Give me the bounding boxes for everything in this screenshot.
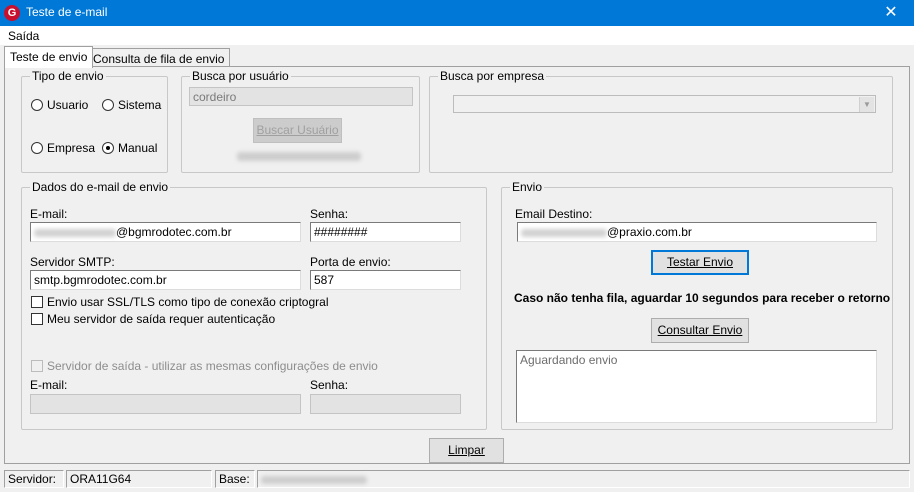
dados-email-title: Dados do e-mail de envio xyxy=(30,180,171,194)
menu-bar: Saída xyxy=(0,26,914,45)
consultar-envio-button[interactable]: Consultar Envio xyxy=(651,318,749,343)
consultar-envio-label: Consultar Envio xyxy=(657,323,743,337)
usuario-input[interactable]: cordeiro xyxy=(189,87,413,106)
porta-label: Porta de envio: xyxy=(310,255,391,269)
senha-field[interactable]: ######## xyxy=(310,222,461,242)
saida-senha-field[interactable] xyxy=(310,394,461,414)
busca-empresa-title: Busca por empresa xyxy=(438,69,547,83)
saida-label: Servidor de saída - utilizar as mesmas c… xyxy=(47,359,378,373)
smtp-label: Servidor SMTP: xyxy=(30,255,115,269)
envio-title: Envio xyxy=(510,180,545,194)
menu-item-saida[interactable]: Saída xyxy=(8,29,39,43)
base-label: Base: xyxy=(215,470,255,488)
servidor-label: Servidor: xyxy=(4,470,64,488)
empresa-combo[interactable]: ▼ xyxy=(453,95,876,113)
log-textarea[interactable]: Aguardando envio xyxy=(516,350,877,423)
radio-sistema-label: Sistema xyxy=(118,98,162,112)
base-value xyxy=(257,470,910,488)
tab-teste-envio[interactable]: Teste de envio xyxy=(4,46,94,68)
saida-email-label: E-mail: xyxy=(30,378,68,392)
status-bar: Servidor: ORA11G64 Base: xyxy=(0,468,914,492)
destino-domain: @praxio.com.br xyxy=(607,225,692,239)
ssl-label: Envio usar SSL/TLS como tipo de conexão … xyxy=(47,295,329,309)
busca-usuario-title: Busca por usuário xyxy=(190,69,291,83)
app-logo-icon: G xyxy=(4,5,20,21)
porta-field[interactable]: 587 xyxy=(310,270,461,290)
servidor-value: ORA11G64 xyxy=(66,470,212,488)
auth-checkbox[interactable] xyxy=(31,313,43,325)
user-name-redacted xyxy=(237,152,361,161)
limpar-button[interactable]: Limpar xyxy=(429,438,504,463)
destino-user-redacted xyxy=(521,228,607,237)
email-field[interactable]: @bgmrodotec.com.br xyxy=(30,222,301,242)
radio-empresa[interactable] xyxy=(31,142,43,154)
tab-consulta-fila[interactable]: Consulta de fila de envio xyxy=(87,48,231,68)
close-icon[interactable]: ✕ xyxy=(868,0,914,26)
tipo-envio-group: Tipo de envio xyxy=(21,69,168,173)
radio-usuario-label: Usuario xyxy=(47,98,89,112)
radio-usuario[interactable] xyxy=(31,99,43,111)
testar-envio-label: Testar Envio xyxy=(666,255,734,269)
radio-sistema[interactable] xyxy=(102,99,114,111)
destino-field[interactable]: @praxio.com.br xyxy=(517,222,877,242)
buscar-usuario-label: Buscar Usuário xyxy=(256,123,339,137)
email-user-redacted xyxy=(34,228,116,237)
limpar-label: Limpar xyxy=(448,443,485,457)
saida-checkbox[interactable] xyxy=(31,360,43,372)
radio-empresa-label: Empresa xyxy=(47,141,96,155)
busca-empresa-group: Busca por empresa xyxy=(429,69,893,173)
radio-manual-label: Manual xyxy=(118,141,158,155)
smtp-field[interactable]: smtp.bgmrodotec.com.br xyxy=(30,270,301,290)
radio-manual[interactable] xyxy=(102,142,114,154)
destino-label: Email Destino: xyxy=(515,207,593,221)
title-bar: G Teste de e-mail ✕ xyxy=(0,0,914,26)
base-value-redacted xyxy=(261,475,367,484)
saida-email-field[interactable] xyxy=(30,394,301,414)
auth-label: Meu servidor de saída requer autenticaçã… xyxy=(47,312,276,326)
info-text: Caso não tenha fila, aguardar 10 segundo… xyxy=(514,291,891,305)
buscar-usuario-button[interactable]: Buscar Usuário xyxy=(253,118,342,143)
email-label: E-mail: xyxy=(30,207,68,221)
chevron-down-icon[interactable]: ▼ xyxy=(859,97,874,112)
email-domain: @bgmrodotec.com.br xyxy=(116,225,232,239)
testar-envio-button[interactable]: Testar Envio xyxy=(651,250,749,275)
senha-label: Senha: xyxy=(310,207,349,221)
saida-senha-label: Senha: xyxy=(310,378,349,392)
ssl-checkbox[interactable] xyxy=(31,296,43,308)
tipo-envio-title: Tipo de envio xyxy=(30,69,106,83)
window-title: Teste de e-mail xyxy=(26,5,108,19)
